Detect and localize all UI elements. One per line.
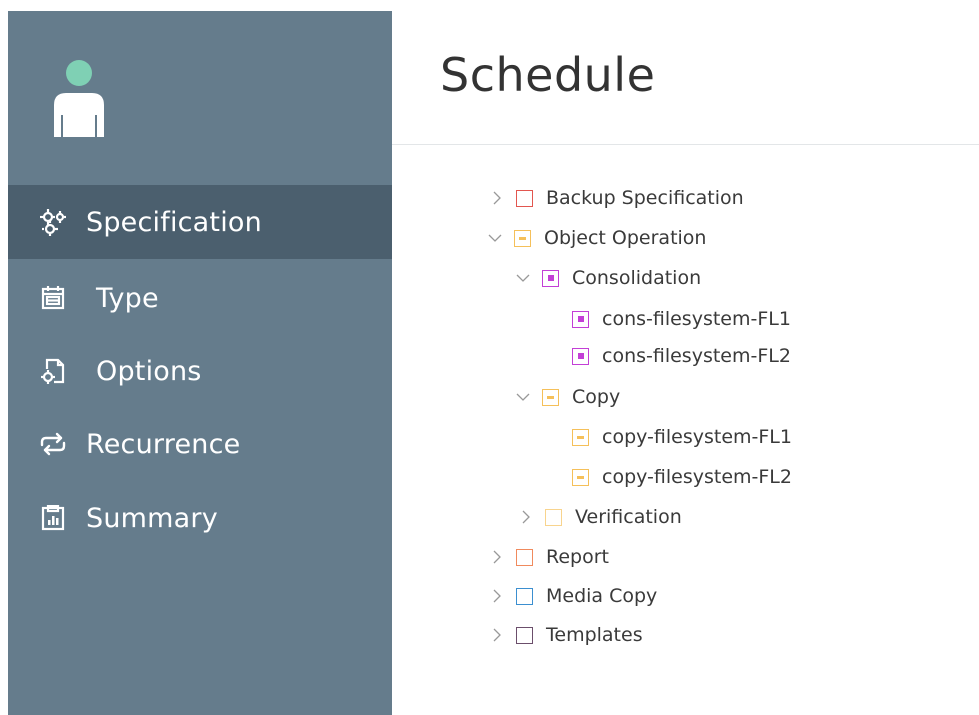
- tree-node-templates[interactable]: Templates: [490, 622, 643, 648]
- document-gear-icon: [38, 356, 68, 386]
- user-avatar-icon: [54, 60, 104, 137]
- sidebar-item-label: Summary: [86, 502, 218, 534]
- gears-icon: [38, 207, 68, 237]
- sidebar-item-type[interactable]: Type: [8, 261, 392, 335]
- checkbox-checked-icon[interactable]: [572, 347, 589, 365]
- tree-node-label: Consolidation: [572, 267, 702, 289]
- chevron-right-icon[interactable]: [490, 628, 504, 642]
- chevron-right-icon[interactable]: [490, 550, 504, 564]
- tree-node-cons-filesystem-fl1[interactable]: cons-filesystem-FL1: [572, 306, 791, 332]
- tree-node-label: Copy: [572, 386, 621, 408]
- tree-node-copy[interactable]: Copy: [516, 384, 620, 410]
- tree-node-label: copy-filesystem-FL1: [602, 426, 792, 448]
- tree-node-object-operation[interactable]: Object Operation: [488, 225, 706, 251]
- checkbox-partial-icon[interactable]: [542, 388, 559, 406]
- checkbox-icon[interactable]: [516, 626, 533, 644]
- tree-node-report[interactable]: Report: [490, 544, 609, 570]
- page-title: Schedule: [440, 48, 656, 102]
- tree-node-label: Backup Specification: [546, 187, 744, 209]
- sidebar-item-label: Specification: [86, 206, 262, 238]
- chevron-right-icon[interactable]: [490, 191, 504, 205]
- calendar-icon: [38, 283, 68, 313]
- chevron-down-icon[interactable]: [516, 271, 530, 285]
- tree-node-label: Object Operation: [544, 227, 707, 249]
- checkbox-checked-icon[interactable]: [542, 269, 559, 287]
- tree-node-label: Media Copy: [546, 585, 658, 607]
- sidebar-item-label: Type: [96, 282, 159, 314]
- chevron-down-icon[interactable]: [516, 390, 530, 404]
- sidebar-item-summary[interactable]: Summary: [8, 481, 392, 555]
- repeat-icon: [38, 429, 68, 459]
- sidebar-item-options[interactable]: Options: [8, 334, 392, 408]
- tree-node-label: Templates: [546, 624, 643, 646]
- sidebar-item-recurrence[interactable]: Recurrence: [8, 407, 392, 481]
- tree-node-label: Verification: [575, 506, 682, 528]
- sidebar-item-label: Options: [96, 355, 202, 387]
- chevron-right-icon[interactable]: [519, 510, 533, 524]
- tree-node-cons-filesystem-fl2[interactable]: cons-filesystem-FL2: [572, 343, 791, 369]
- sidebar: Specification Type Options Recurrence Su…: [8, 11, 392, 715]
- checkbox-icon[interactable]: [516, 548, 533, 566]
- tree-node-consolidation[interactable]: Consolidation: [516, 265, 701, 291]
- checkbox-partial-icon[interactable]: [514, 229, 531, 247]
- checkbox-partial-icon[interactable]: [572, 468, 589, 486]
- checkbox-icon[interactable]: [545, 508, 562, 526]
- tree-node-copy-filesystem-fl2[interactable]: copy-filesystem-FL2: [572, 464, 792, 490]
- tree-node-verification[interactable]: Verification: [519, 504, 682, 530]
- checkbox-checked-icon[interactable]: [572, 310, 589, 328]
- tree-node-copy-filesystem-fl1[interactable]: copy-filesystem-FL1: [572, 424, 792, 450]
- tree-node-label: cons-filesystem-FL1: [602, 308, 791, 330]
- tree-node-label: copy-filesystem-FL2: [602, 466, 792, 488]
- tree-node-backup-specification[interactable]: Backup Specification: [490, 185, 744, 211]
- sidebar-item-specification[interactable]: Specification: [8, 185, 392, 259]
- chevron-right-icon[interactable]: [490, 589, 504, 603]
- clipboard-chart-icon: [38, 503, 68, 533]
- chevron-down-icon[interactable]: [488, 231, 502, 245]
- checkbox-partial-icon[interactable]: [572, 428, 589, 446]
- checkbox-icon[interactable]: [516, 587, 533, 605]
- header-divider: [392, 144, 979, 145]
- tree-node-label: cons-filesystem-FL2: [602, 345, 791, 367]
- tree-node-label: Report: [546, 546, 609, 568]
- tree-node-media-copy[interactable]: Media Copy: [490, 583, 657, 609]
- sidebar-item-label: Recurrence: [86, 428, 241, 460]
- checkbox-icon[interactable]: [516, 189, 533, 207]
